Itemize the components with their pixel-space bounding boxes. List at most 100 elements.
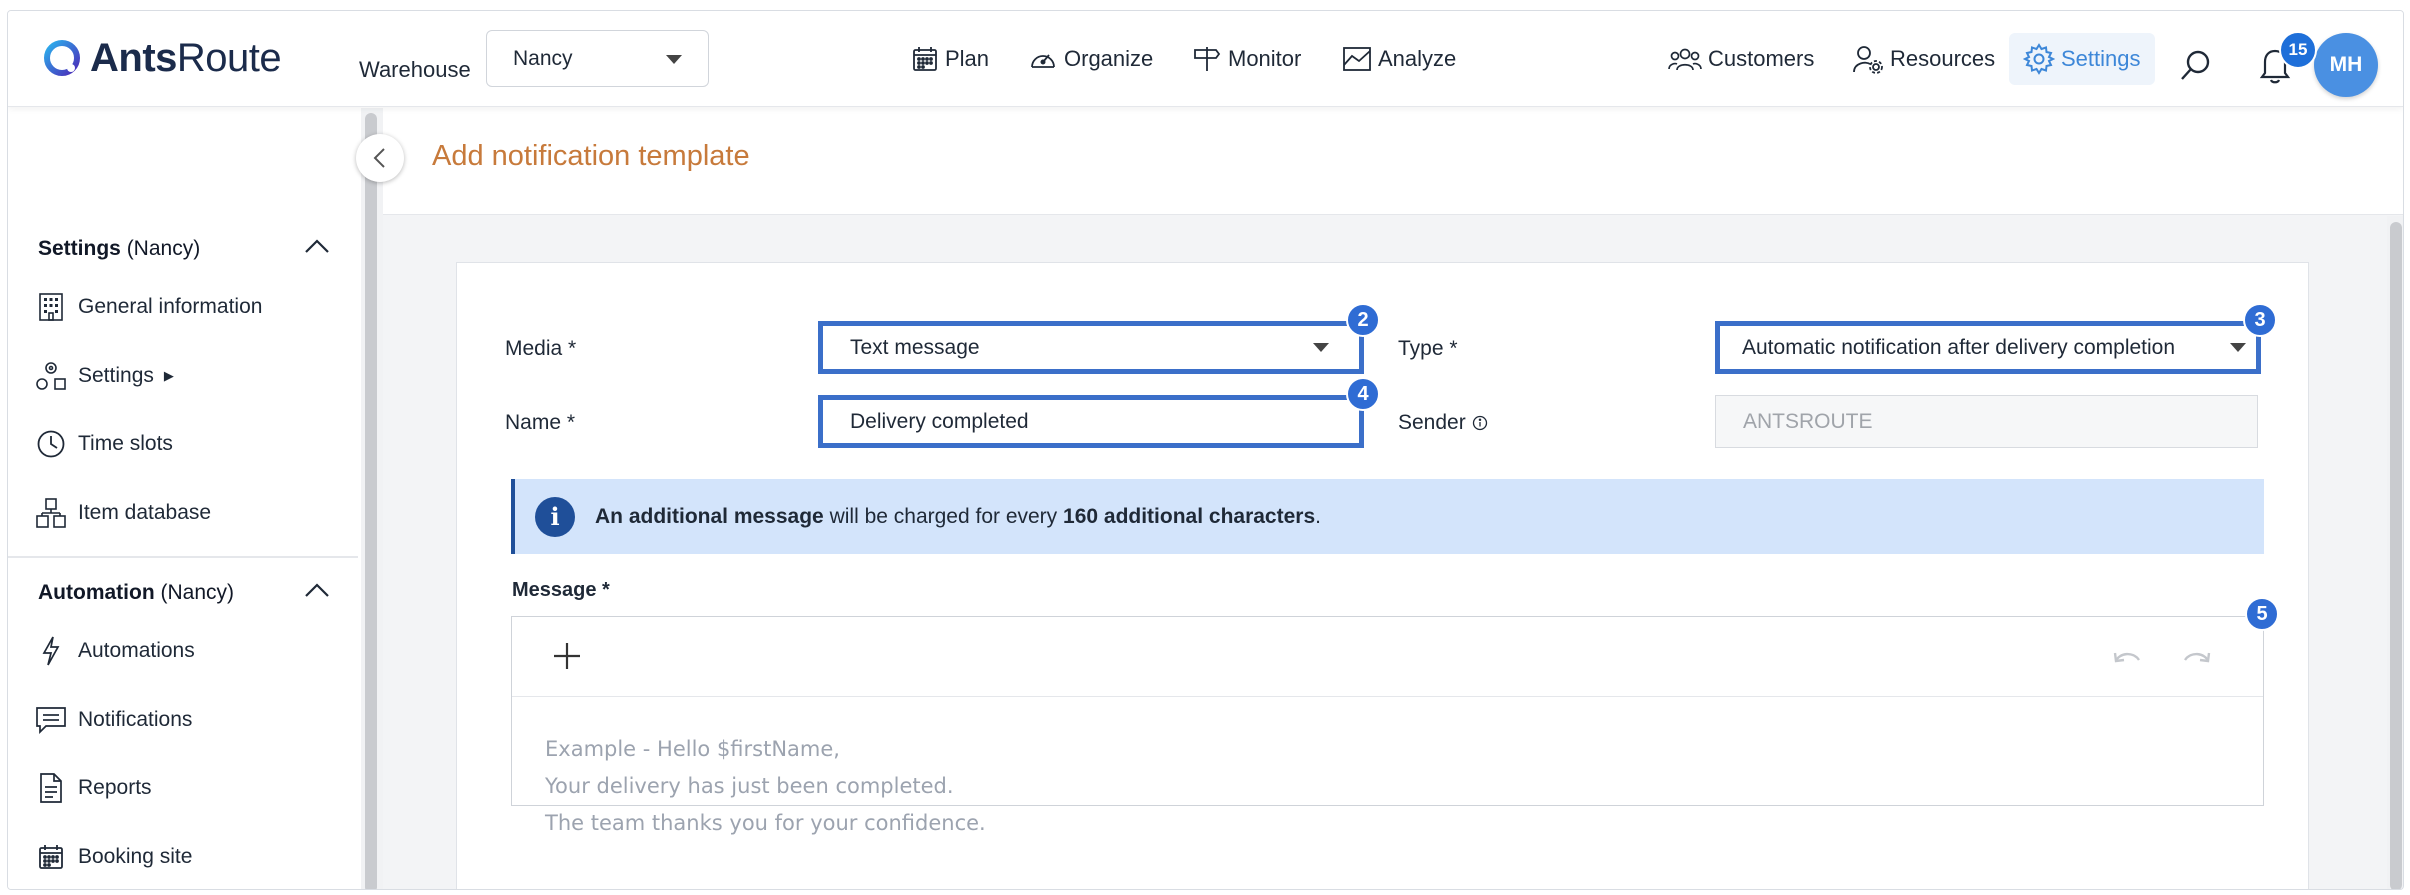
sidebar-item-label: Booking site [78, 845, 193, 868]
user-avatar[interactable]: MH [2314, 33, 2378, 97]
sender-input: ANTSROUTE [1715, 395, 2258, 448]
redo-icon[interactable] [2181, 645, 2213, 669]
sidebar-item-label: General information [78, 295, 263, 318]
sidebar-item-label: Item database [78, 501, 212, 524]
chevron-down-icon [1313, 343, 1329, 352]
sidebar-item-automations[interactable]: Automations [34, 631, 195, 671]
warehouse-label: Warehouse [359, 57, 471, 82]
chevron-left-icon [373, 148, 385, 168]
chevron-down-icon [666, 55, 682, 64]
name-input[interactable]: Delivery completed [818, 395, 1364, 448]
sender-label-wrap: Sender [1398, 411, 1488, 435]
logo-mark-icon [42, 38, 82, 78]
info-text-part1: An additional message [595, 504, 824, 528]
info-text-part2: will be charged for every [823, 504, 1064, 528]
media-select[interactable]: Text message [818, 321, 1364, 374]
document-icon [40, 773, 62, 803]
content-scrollbar-thumb[interactable] [2390, 222, 2402, 889]
logo-text-bold: Ants [90, 35, 177, 80]
placeholder-line: Example - Hello $firstName, [545, 737, 840, 761]
message-icon [36, 707, 66, 735]
sidebar-section-settings-context: (Nancy) [126, 237, 201, 260]
plus-icon[interactable] [552, 641, 582, 671]
nav-resources-label: Resources [1890, 46, 1996, 71]
sidebar-item-label: Time slots [78, 432, 173, 455]
logo-text-light: Route [176, 35, 282, 80]
nav-monitor[interactable]: Monitor [1192, 41, 1301, 77]
info-circle-icon[interactable] [1472, 415, 1488, 431]
sidebar-section-settings[interactable]: Settings (Nancy) [38, 237, 200, 261]
sidebar: Settings (Nancy) General information Set… [8, 108, 358, 889]
sidebar-item-label: Reports [78, 776, 152, 799]
antsroute-logo[interactable]: AntsRoute [42, 33, 282, 83]
notification-count-badge: 15 [2279, 31, 2317, 69]
sender-input-value: ANTSROUTE [1743, 409, 1873, 433]
calendar-icon [39, 845, 63, 869]
annotation-badge-2: 2 [1346, 303, 1380, 337]
search-button[interactable] [2178, 47, 2214, 83]
caret-right-icon: ▶ [163, 368, 174, 383]
nav-settings[interactable]: Settings [2009, 33, 2155, 85]
message-editor[interactable]: Example - Hello $firstName, Your deliver… [511, 616, 2264, 835]
annotation-badge-4: 4 [1346, 377, 1380, 411]
gauge-icon [1031, 54, 1055, 68]
warehouse-select[interactable]: Nancy [486, 30, 709, 87]
undo-icon[interactable] [2111, 645, 2143, 669]
sidebar-item-label: Notifications [78, 708, 193, 731]
sidebar-section-automation-title: Automation [38, 581, 155, 604]
type-label: Type * [1398, 337, 1458, 360]
main-content: Add notification template Media * Text m… [383, 108, 2403, 889]
info-text-part3: 160 additional characters [1063, 504, 1316, 528]
nav-analyze-label: Analyze [1378, 46, 1457, 71]
sidebar-divider [8, 556, 358, 558]
signpost-icon [1194, 47, 1221, 71]
message-label: Message * [512, 579, 610, 601]
nav-organize-label: Organize [1064, 46, 1154, 71]
sms-charge-info-banner: i An additional message will be charged … [511, 479, 2264, 554]
nav-resources[interactable]: Resources [1852, 41, 1995, 77]
sidebar-item-item-database[interactable]: Item database [34, 493, 211, 533]
nav-monitor-label: Monitor [1228, 46, 1302, 71]
shapes-icon [36, 362, 66, 390]
placeholder-line: The team thanks you for your confidence. [545, 811, 986, 835]
type-select-value: Automatic notification after delivery co… [1742, 335, 2176, 359]
bolt-icon [42, 636, 60, 666]
nav-customers-label: Customers [1708, 46, 1815, 71]
sidebar-scrollbar-thumb[interactable] [365, 113, 377, 889]
annotation-badge-5: 5 [2245, 597, 2279, 631]
message-placeholder: Example - Hello $firstName, Your deliver… [545, 731, 986, 842]
sidebar-section-automation[interactable]: Automation (Nancy) [38, 581, 234, 605]
gear-icon [2023, 43, 2055, 75]
sidebar-section-automation-context: (Nancy) [160, 581, 235, 604]
sidebar-item-settings[interactable]: Settings ▶ [34, 356, 174, 396]
annotation-badge-3: 3 [2243, 303, 2277, 337]
nav-organize[interactable]: Organize [1028, 41, 1153, 77]
nav-settings-label: Settings [2061, 46, 2141, 71]
name-label: Name * [505, 411, 576, 434]
nav-analyze[interactable]: Analyze [1342, 41, 1456, 77]
sidebar-section-settings-title: Settings [38, 237, 121, 260]
page-header: Add notification template [383, 108, 2403, 215]
nav-customers[interactable]: Customers [1668, 41, 1814, 77]
user-gear-icon [1853, 46, 1883, 74]
chevron-up-icon[interactable] [304, 238, 330, 254]
sidebar-item-reports[interactable]: Reports [34, 768, 152, 808]
boxes-icon [36, 498, 66, 528]
info-icon: i [535, 496, 575, 537]
chevron-down-icon [2230, 343, 2246, 352]
sidebar-item-general-information[interactable]: General information [34, 287, 262, 327]
sidebar-item-label: Automations [78, 639, 195, 662]
chevron-up-icon[interactable] [304, 582, 330, 598]
app-window: AntsRoute Warehouse Nancy Plan Organize … [7, 10, 2404, 890]
type-select[interactable]: Automatic notification after delivery co… [1715, 321, 2261, 374]
collapse-sidebar-button[interactable] [356, 134, 404, 182]
sidebar-item-time-slots[interactable]: Time slots [34, 424, 173, 464]
media-select-value: Text message [850, 335, 980, 359]
calendar-icon [913, 47, 937, 71]
sidebar-item-notifications[interactable]: Notifications [34, 700, 192, 740]
info-text-part4: . [1315, 504, 1321, 528]
page-title: Add notification template [432, 140, 750, 172]
sidebar-item-booking-site[interactable]: Booking site [34, 837, 192, 877]
nav-plan[interactable]: Plan [911, 41, 989, 77]
name-input-value: Delivery completed [850, 409, 1029, 433]
